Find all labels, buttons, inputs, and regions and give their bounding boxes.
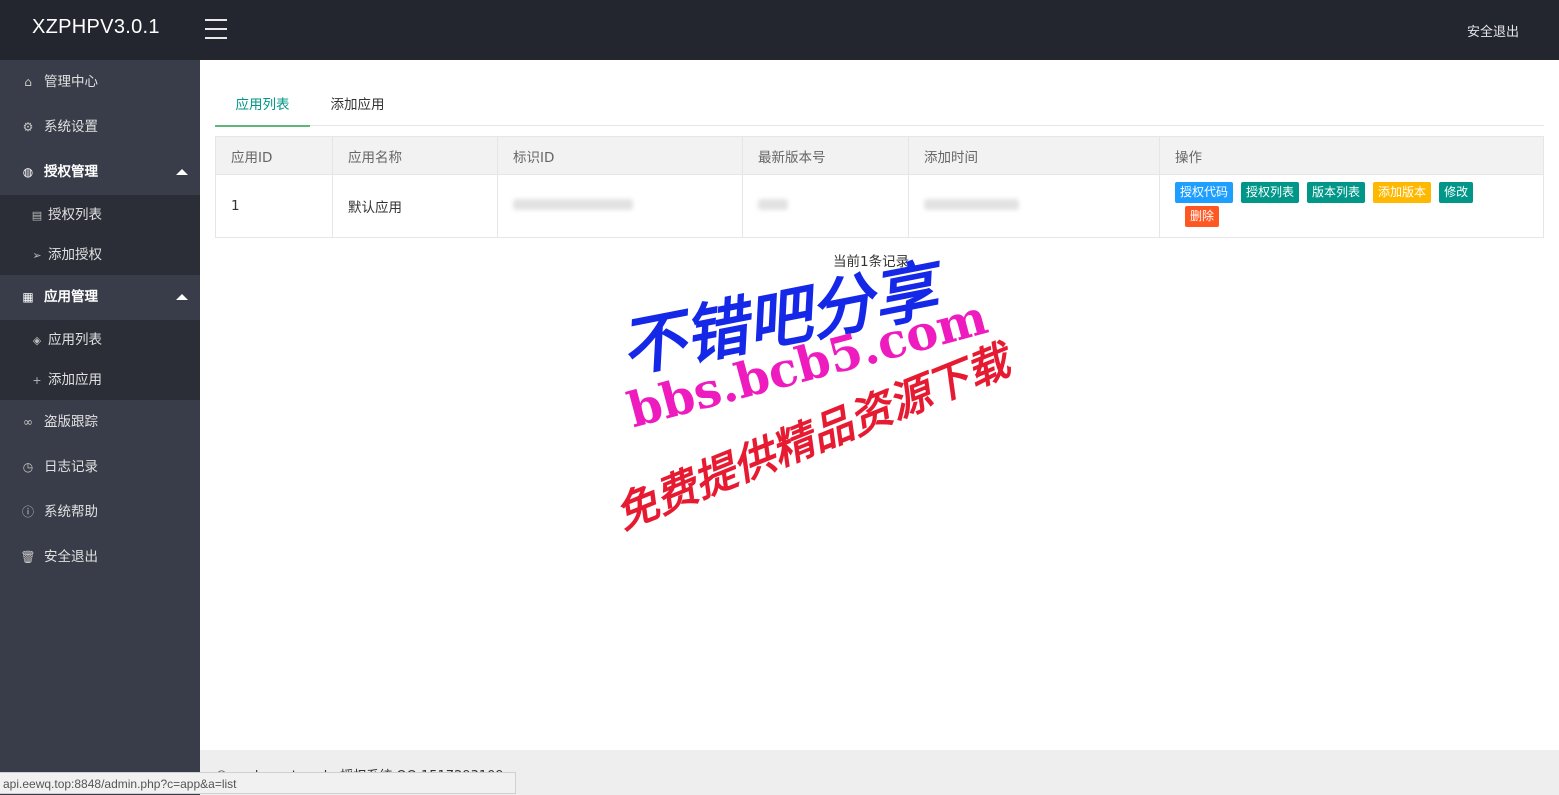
home-icon: ⌂: [24, 75, 32, 89]
apps-icon: ▦: [22, 290, 34, 304]
sidebar-item-label: 系统设置: [44, 119, 98, 135]
globe-icon: ◍: [22, 165, 34, 179]
sidebar-item-label: 盗版跟踪: [44, 414, 98, 430]
sidebar-item-label: 添加应用: [48, 372, 102, 388]
column-header: 操作: [1159, 136, 1544, 175]
sidebar-item-label: 授权管理: [44, 164, 98, 180]
column-header: 添加时间: [908, 136, 1160, 175]
add-version-button[interactable]: 添加版本: [1373, 182, 1432, 203]
delete-button[interactable]: 删除: [1185, 206, 1220, 227]
app-logo[interactable]: XZPHPV3.0.1: [32, 16, 160, 39]
document-icon: ▤: [31, 209, 43, 222]
column-header: 标识ID: [497, 136, 743, 175]
header-logout-link[interactable]: 安全退出: [1467, 21, 1519, 40]
tab-bar: 应用列表 添加应用: [215, 87, 1544, 127]
license-list-button[interactable]: 授权列表: [1241, 182, 1300, 203]
send-icon: ➢: [32, 249, 42, 262]
sidebar-item-logout[interactable]: 🗑 安全退出: [0, 535, 200, 580]
sidebar-item-label: 系统帮助: [44, 504, 98, 520]
menu-toggle-icon[interactable]: [205, 19, 227, 39]
license-submenu: ▤ 授权列表 ➢ 添加授权: [0, 195, 200, 275]
app-submenu: ◈ 应用列表 + 添加应用: [0, 320, 200, 400]
sidebar-item-label: 应用管理: [44, 289, 98, 305]
table-row: 1 默认应用 授权代码 授权列表 版本列表 添加版本 修改 删除: [215, 174, 1544, 238]
caret-up-icon: [176, 294, 188, 300]
browser-status-url: api.eewq.top:8848/admin.php?c=app&a=list: [0, 772, 516, 794]
sidebar-item-app-list[interactable]: ◈ 应用列表: [0, 320, 200, 360]
sidebar-item-license-list[interactable]: ▤ 授权列表: [0, 195, 200, 235]
sidebar-item-help[interactable]: ⓘ 系统帮助: [0, 490, 200, 535]
column-header: 应用名称: [332, 136, 498, 175]
sidebar-item-label: 安全退出: [44, 549, 98, 565]
table-header-row: 应用ID 应用名称 标识ID 最新版本号 添加时间 操作: [215, 136, 1544, 175]
sidebar-item-settings[interactable]: ⚙ 系统设置: [0, 105, 200, 150]
tab-app-list[interactable]: 应用列表: [215, 87, 310, 127]
link-icon: ∞: [23, 415, 33, 429]
sidebar-item-label: 日志记录: [44, 459, 98, 475]
main-content: 应用列表 添加应用 应用ID 应用名称 标识ID 最新版本号 添加时间 操作 1…: [200, 60, 1559, 750]
app-version-cell: [742, 174, 909, 238]
caret-up-icon: [176, 169, 188, 175]
app-id-cell: 1: [215, 174, 333, 238]
sidebar-item-dashboard[interactable]: ⌂ 管理中心: [0, 60, 200, 105]
redacted-value: [758, 199, 788, 210]
sidebar-item-label: 管理中心: [44, 74, 98, 90]
app-key-cell: [497, 174, 743, 238]
tab-add-app[interactable]: 添加应用: [310, 87, 405, 125]
sidebar-item-add-license[interactable]: ➢ 添加授权: [0, 235, 200, 275]
redacted-value: [924, 199, 1019, 210]
sidebar-item-label: 添加授权: [48, 247, 102, 263]
version-list-button[interactable]: 版本列表: [1307, 182, 1366, 203]
sidebar: ⌂ 管理中心 ⚙ 系统设置 ◍ 授权管理 ▤ 授权列表 ➢ 添加授权 ▦ 应用管理 ◈ 应用列…: [0, 60, 200, 795]
record-count: 当前1条记录: [833, 254, 910, 270]
sidebar-item-logs[interactable]: ◷ 日志记录: [0, 445, 200, 490]
sidebar-item-label: 应用列表: [48, 332, 102, 348]
clock-icon: ◷: [22, 460, 34, 474]
sidebar-item-piracy-tracking[interactable]: ∞ 盗版跟踪: [0, 400, 200, 445]
layers-icon: ◈: [32, 334, 42, 347]
sidebar-item-license-management[interactable]: ◍ 授权管理: [0, 150, 200, 195]
trash-icon: 🗑: [20, 550, 36, 564]
plus-icon: +: [32, 374, 42, 387]
app-table: 应用ID 应用名称 标识ID 最新版本号 添加时间 操作 1 默认应用 授权代码…: [215, 136, 1544, 238]
actions-cell: 授权代码 授权列表 版本列表 添加版本 修改 删除: [1159, 174, 1544, 238]
app-date-cell: [908, 174, 1160, 238]
column-header: 应用ID: [215, 136, 333, 175]
sidebar-item-add-app[interactable]: + 添加应用: [0, 360, 200, 400]
top-header: XZPHPV3.0.1 安全退出: [0, 0, 1559, 60]
info-icon: ⓘ: [21, 505, 34, 519]
edit-button[interactable]: 修改: [1439, 182, 1474, 203]
redacted-value: [513, 199, 633, 210]
sidebar-item-label: 授权列表: [48, 207, 102, 223]
sidebar-item-app-management[interactable]: ▦ 应用管理: [0, 275, 200, 320]
column-header: 最新版本号: [742, 136, 909, 175]
gear-icon: ⚙: [22, 120, 34, 134]
app-name-cell: 默认应用: [332, 174, 498, 238]
license-code-button[interactable]: 授权代码: [1175, 182, 1234, 203]
